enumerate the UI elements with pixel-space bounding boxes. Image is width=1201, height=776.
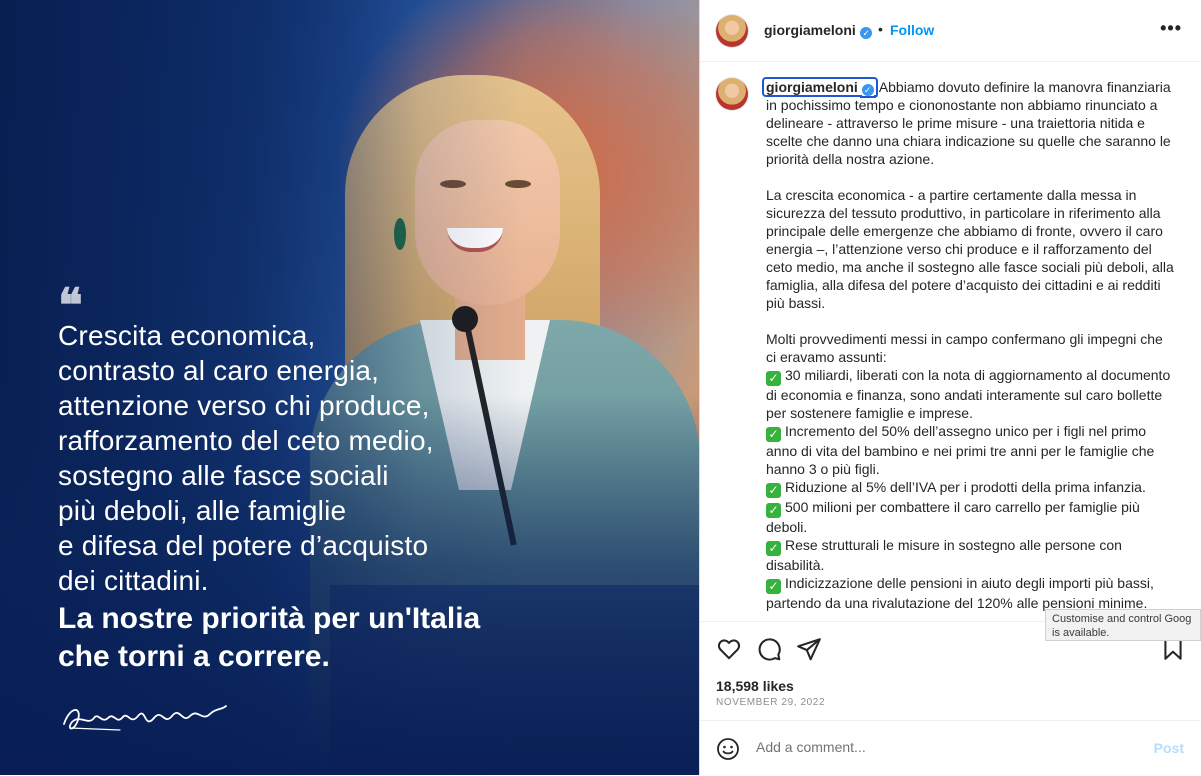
check-icon: ✓ bbox=[766, 579, 781, 594]
list-item-text: Incremento del 50% dell’assegno unico pe… bbox=[766, 423, 1155, 477]
smiley-icon[interactable] bbox=[716, 737, 740, 761]
verified-badge-icon: ✓ bbox=[860, 27, 873, 39]
comment-input[interactable] bbox=[756, 739, 1116, 755]
quote-headline: La nostre priorità per un'Italia che tor… bbox=[58, 600, 618, 676]
quote-line: più deboli, alle famiglie bbox=[58, 495, 347, 526]
paper-plane-icon[interactable] bbox=[796, 636, 822, 662]
check-icon: ✓ bbox=[766, 541, 781, 556]
caption-intro: giorgiameloni ✓ Abbiamo dovuto definire … bbox=[762, 77, 1176, 168]
quote-line: sostegno alle fasce sociali bbox=[58, 460, 389, 491]
quote-line: dei cittadini. bbox=[58, 565, 209, 596]
more-options-button[interactable]: ••• bbox=[1160, 18, 1182, 39]
list-item-text: Indicizzazione delle pensioni in aiuto d… bbox=[766, 575, 1154, 611]
quote-line: rafforzamento del ceto medio, bbox=[58, 425, 434, 456]
browser-tooltip: Customise and control Goog is available. bbox=[1045, 609, 1201, 641]
follow-button[interactable]: Follow bbox=[890, 22, 934, 38]
caption-scroll-area[interactable]: giorgiameloni ✓ Abbiamo dovuto definire … bbox=[700, 62, 1201, 621]
check-icon: ✓ bbox=[766, 503, 781, 518]
check-icon: ✓ bbox=[766, 371, 781, 386]
verified-badge-icon: ✓ bbox=[861, 84, 874, 96]
check-icon: ✓ bbox=[766, 483, 781, 498]
headline-line: che torni a correre. bbox=[58, 640, 330, 673]
list-item: ✓ 500 milioni per combattere il caro carr… bbox=[766, 498, 1176, 536]
check-icon: ✓ bbox=[766, 427, 781, 442]
header-user[interactable]: giorgiameloni ✓ bbox=[764, 22, 873, 40]
list-item: ✓ Indicizzazione delle pensioni in aiuto … bbox=[766, 574, 1176, 612]
list-item-text: 30 miliardi, liberati con la nota di agg… bbox=[766, 367, 1171, 421]
quote-text: Crescita economica, contrasto al caro en… bbox=[58, 318, 528, 598]
post-date[interactable]: NOVEMBER 29, 2022 bbox=[716, 697, 825, 708]
header-separator: • bbox=[878, 21, 883, 37]
list-item: ✓ Rese strutturali le misure in sostegno … bbox=[766, 536, 1176, 574]
post-comment-button[interactable]: Post bbox=[1154, 740, 1184, 756]
quote-line: Crescita economica, bbox=[58, 320, 316, 351]
caption-paragraph: La crescita economica - a partire certam… bbox=[766, 187, 1174, 311]
caption-avatar[interactable] bbox=[716, 78, 748, 110]
caption-username-text[interactable]: giorgiameloni bbox=[766, 79, 858, 95]
caption-username[interactable]: giorgiameloni ✓ bbox=[762, 77, 878, 97]
caption-paragraph: Molti provvedimenti messi in campo confe… bbox=[766, 331, 1163, 365]
list-item: ✓ 30 miliardi, liberati con la nota di ag… bbox=[766, 366, 1176, 422]
quote-line: contrasto al caro energia, bbox=[58, 355, 380, 386]
comment-bar: Post bbox=[700, 720, 1201, 776]
post-detail-panel: giorgiameloni ✓ • Follow ••• giorgiamelo… bbox=[699, 0, 1201, 775]
signature-image bbox=[63, 705, 227, 731]
heart-icon[interactable] bbox=[716, 636, 742, 662]
quote-line: attenzione verso chi produce, bbox=[58, 390, 430, 421]
caption-text: giorgiameloni ✓ Abbiamo dovuto definire … bbox=[762, 77, 1176, 612]
header-username[interactable]: giorgiameloni bbox=[764, 22, 856, 38]
list-item-text: Riduzione al 5% dell’IVA per i prodotti … bbox=[785, 479, 1146, 495]
avatar[interactable] bbox=[716, 15, 748, 47]
quote-line: e difesa del potere d’acquisto bbox=[58, 530, 429, 561]
tooltip-line: is available. bbox=[1052, 627, 1110, 639]
post-image[interactable]: ❝ Crescita economica, contrasto al caro … bbox=[0, 0, 699, 775]
tooltip-line: Customise and control Goog bbox=[1052, 613, 1192, 625]
list-item: ✓ Incremento del 50% dell’assegno unico p… bbox=[766, 422, 1176, 478]
headline-line: La nostre priorità per un'Italia bbox=[58, 602, 481, 635]
comment-icon[interactable] bbox=[756, 636, 782, 662]
likes-count[interactable]: 18,598 likes bbox=[716, 678, 794, 694]
list-item: ✓ Riduzione al 5% dell’IVA per i prodotti… bbox=[766, 478, 1176, 498]
post-header: giorgiameloni ✓ • Follow ••• bbox=[700, 0, 1201, 62]
list-item-text: 500 milioni per combattere il caro carre… bbox=[766, 499, 1140, 535]
list-item-text: Rese strutturali le misure in sostegno a… bbox=[766, 537, 1122, 573]
